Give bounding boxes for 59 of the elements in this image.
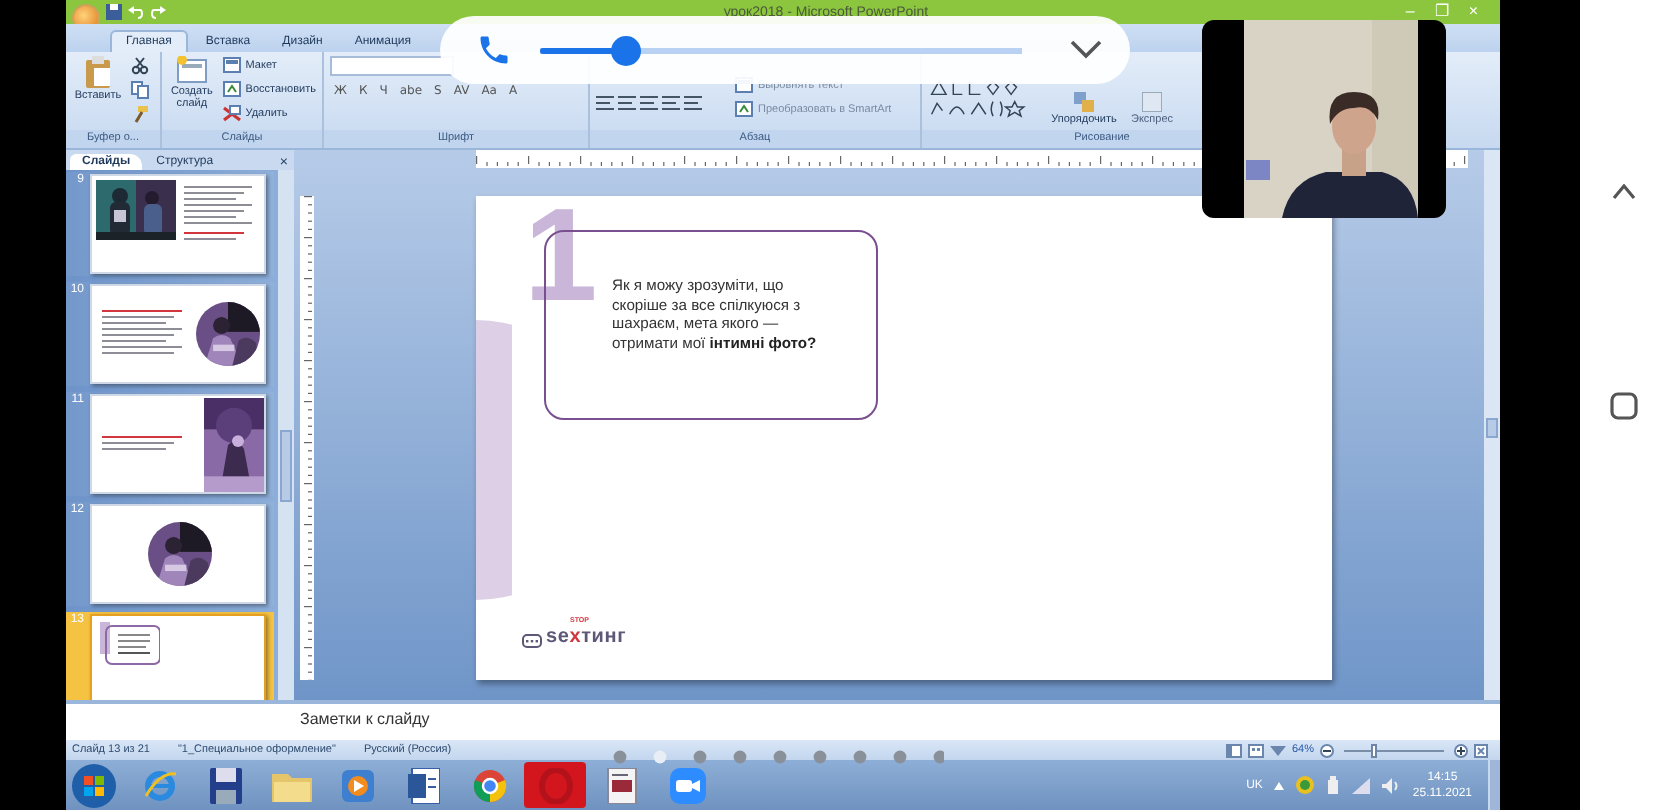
scrollbar[interactable] — [278, 170, 294, 700]
scissors-icon — [130, 56, 150, 76]
zoom-thumb[interactable] — [1371, 743, 1377, 757]
arrange-icon — [1074, 92, 1094, 112]
tray-arrow-icon[interactable] — [1274, 781, 1285, 789]
text-lines-drawing — [184, 186, 252, 224]
scroll-thumb[interactable] — [1486, 418, 1498, 438]
document-icon[interactable] — [605, 767, 637, 803]
chat-icon — [522, 634, 542, 648]
scrollbar[interactable] — [1484, 150, 1500, 700]
align-right-icon[interactable] — [640, 96, 658, 110]
slide-preview-drawing — [100, 622, 160, 666]
slide-thumbnail[interactable] — [90, 394, 266, 494]
styles-icon — [1142, 92, 1162, 112]
redo-icon[interactable] — [150, 4, 166, 20]
text-lines-drawing — [102, 436, 182, 450]
zoom-out-icon[interactable] — [1320, 743, 1334, 757]
slide-icon — [175, 56, 208, 84]
fit-window-icon[interactable] — [1474, 743, 1488, 757]
align-center-icon[interactable] — [618, 96, 636, 110]
brush-icon — [130, 104, 150, 124]
text-lines-drawing — [184, 232, 244, 240]
align-left-icon[interactable] — [596, 96, 614, 110]
scroll-thumb[interactable] — [280, 430, 292, 502]
media-player-icon[interactable] — [341, 769, 373, 801]
video-camera-icon[interactable] — [669, 767, 705, 803]
back-icon[interactable] — [1611, 184, 1635, 200]
notes-placeholder: Заметки к слайду — [300, 708, 432, 732]
chevron-down-icon[interactable] — [1070, 40, 1102, 60]
start-button[interactable] — [70, 761, 118, 809]
zoom-in-icon[interactable] — [1454, 743, 1468, 757]
slide-thumbnail[interactable] — [90, 504, 266, 604]
delete-icon — [221, 104, 242, 124]
slide-thumbnail[interactable] — [90, 614, 266, 700]
slide-thumbnail[interactable] — [90, 174, 266, 274]
power-icon[interactable] — [1326, 776, 1341, 794]
notes-field[interactable]: Заметки к слайду — [66, 700, 1500, 740]
phone-icon[interactable] — [476, 32, 512, 68]
slide-sorter-icon[interactable] — [1247, 743, 1264, 757]
document-editor-icon[interactable] — [407, 767, 439, 803]
clipboard-icon — [84, 56, 112, 88]
square-icon[interactable] — [1609, 392, 1637, 420]
font-name-field[interactable] — [330, 56, 454, 76]
shield-icon[interactable] — [1296, 776, 1315, 794]
chrome-icon[interactable] — [471, 767, 507, 803]
text-lines-drawing — [102, 310, 182, 354]
volume-icon[interactable] — [1382, 777, 1401, 793]
normal-view-icon[interactable] — [1225, 743, 1242, 757]
justify-icon[interactable] — [662, 96, 680, 110]
signal-icon[interactable] — [1352, 777, 1371, 793]
slide-thumbnail[interactable] — [90, 284, 266, 384]
logo-text: sexтинг — [546, 626, 627, 648]
page-dots-drawing[interactable] — [612, 750, 944, 764]
columns-icon[interactable] — [684, 96, 702, 110]
browser-icon[interactable] — [141, 767, 177, 803]
save-icon[interactable] — [106, 4, 122, 20]
undo-icon[interactable] — [128, 4, 144, 20]
slider-thumb[interactable] — [611, 35, 642, 65]
copy-icon — [130, 80, 150, 100]
